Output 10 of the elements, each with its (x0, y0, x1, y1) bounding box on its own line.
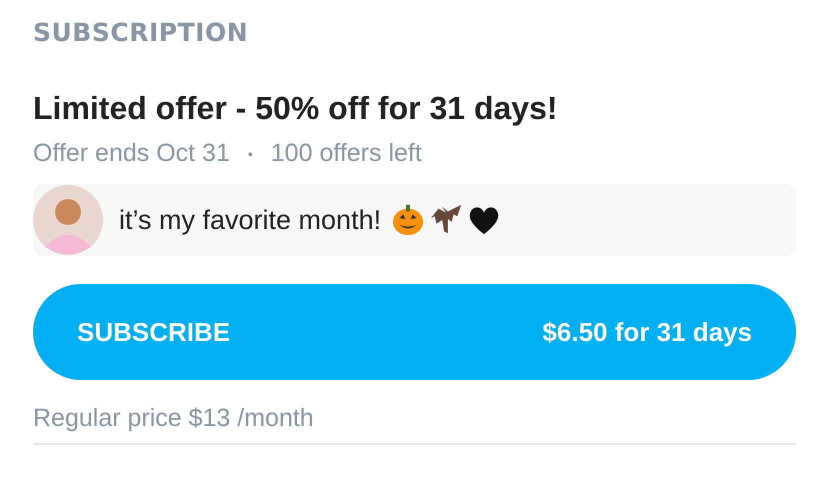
section-title: SUBSCRIPTION (33, 18, 250, 49)
avatar[interactable] (33, 185, 103, 255)
regular-price: Regular price $13 /month (33, 404, 315, 433)
separator-dot: • (248, 146, 253, 162)
offers-left-count: 100 offers left (270, 139, 422, 168)
offer-end-date: Offer ends Oct 31 (33, 139, 230, 168)
message-text: it’s my favorite month! (119, 204, 382, 236)
subscribe-button[interactable]: SUBSCRIBE $6.50 for 31 days (33, 284, 796, 380)
pumpkin-icon (391, 203, 426, 237)
offer-title: Limited offer - 50% off for 31 days! (33, 90, 559, 127)
